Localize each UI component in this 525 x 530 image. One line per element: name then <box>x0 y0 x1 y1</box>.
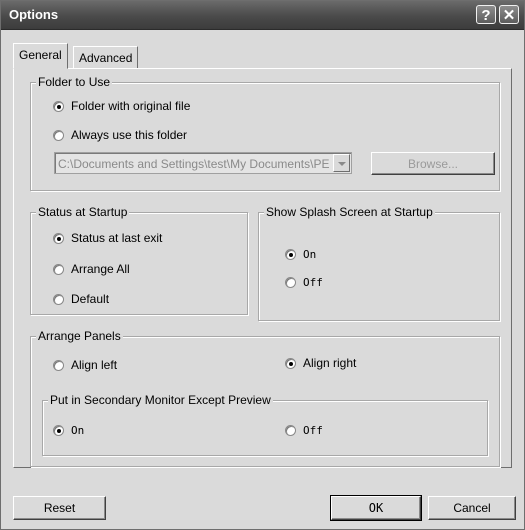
radio-indicator <box>53 129 64 141</box>
secondary-monitor-legend: Put in Secondary Monitor Except Preview <box>48 393 273 407</box>
radio-splash-on[interactable]: On <box>285 248 316 261</box>
radio-label: Arrange All <box>71 262 130 276</box>
radio-indicator <box>53 359 64 371</box>
radio-label: Default <box>71 292 110 306</box>
radio-secondary-off[interactable]: Off <box>285 424 323 437</box>
radio-indicator <box>285 425 296 436</box>
help-button[interactable]: ? <box>476 5 496 24</box>
splash-screen-group: Show Splash Screen at Startup <box>258 205 500 321</box>
radio-indicator <box>53 263 64 275</box>
radio-folder-with-original-file[interactable]: Folder with original file <box>53 99 190 113</box>
radio-selected-indicator <box>285 249 296 260</box>
radio-label: Off <box>303 424 323 437</box>
window-title: Options <box>9 7 59 22</box>
radio-status-at-last-exit[interactable]: Status at last exit <box>53 231 162 245</box>
close-button[interactable]: ✕ <box>499 5 519 24</box>
chevron-down-icon <box>338 162 346 166</box>
radio-always-use-this-folder[interactable]: Always use this folder <box>53 128 187 142</box>
folder-path-combobox[interactable]: C:\Documents and Settings\test\My Docume… <box>54 152 352 174</box>
ok-button[interactable]: OK <box>330 495 422 521</box>
tab-advanced[interactable]: Advanced <box>73 46 139 68</box>
status-at-startup-legend: Status at Startup <box>36 205 130 219</box>
secondary-monitor-group: Put in Secondary Monitor Except Preview <box>42 393 488 456</box>
options-dialog: Options ? ✕ General Advanced Folder to U… <box>0 0 525 530</box>
radio-default[interactable]: Default <box>53 292 109 306</box>
radio-indicator <box>53 293 64 305</box>
reset-button[interactable]: Reset <box>13 496 106 520</box>
folder-path-value: C:\Documents and Settings\test\My Docume… <box>58 157 330 171</box>
folder-to-use-legend: Folder to Use <box>36 75 113 89</box>
radio-splash-off[interactable]: Off <box>285 276 323 289</box>
radio-label: Off <box>303 276 323 289</box>
radio-label: On <box>71 424 85 437</box>
tab-general[interactable]: General <box>13 43 68 69</box>
title-bar[interactable]: Options ? ✕ <box>1 1 524 30</box>
browse-button[interactable]: Browse... <box>371 152 495 175</box>
combo-dropdown-button[interactable] <box>333 154 350 172</box>
radio-secondary-on[interactable]: On <box>53 424 84 437</box>
radio-arrange-all[interactable]: Arrange All <box>53 262 130 276</box>
radio-indicator <box>285 277 296 288</box>
radio-label: Status at last exit <box>71 231 163 245</box>
radio-label: Folder with original file <box>71 99 191 113</box>
radio-label: On <box>303 248 317 261</box>
splash-screen-legend: Show Splash Screen at Startup <box>264 205 435 219</box>
cancel-button[interactable]: Cancel <box>428 496 516 520</box>
radio-label: Align right <box>303 356 357 370</box>
radio-selected-indicator <box>53 232 64 244</box>
radio-selected-indicator <box>53 100 64 112</box>
radio-selected-indicator <box>285 357 296 369</box>
radio-selected-indicator <box>53 425 64 436</box>
arrange-panels-legend: Arrange Panels <box>36 329 123 343</box>
radio-align-left[interactable]: Align left <box>53 358 117 372</box>
radio-label: Align left <box>71 358 118 372</box>
radio-align-right[interactable]: Align right <box>285 356 356 370</box>
radio-label: Always use this folder <box>71 128 188 142</box>
